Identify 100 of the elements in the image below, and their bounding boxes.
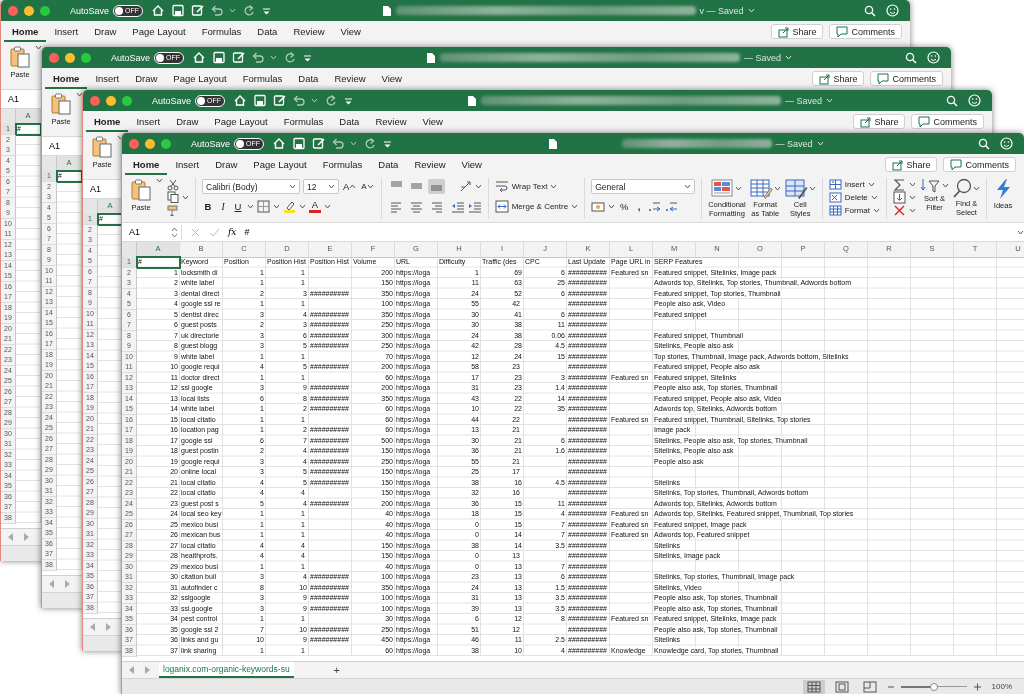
caret-icon[interactable] <box>773 186 781 191</box>
search-icon[interactable] <box>978 137 990 150</box>
scissors-icon[interactable] <box>167 178 179 191</box>
ribbon-tab[interactable]: Formulas <box>234 68 291 89</box>
customize-icon[interactable] <box>382 138 394 149</box>
caret-icon[interactable] <box>76 92 83 97</box>
caret-icon[interactable] <box>973 185 981 191</box>
ribbon-tab[interactable]: View <box>453 154 490 175</box>
clear-icon[interactable] <box>893 204 907 217</box>
caret-icon[interactable] <box>328 184 335 189</box>
ribbon-tab[interactable]: View <box>414 111 451 132</box>
cells-button[interactable]: Delete <box>828 190 878 205</box>
caret-icon[interactable] <box>270 55 278 60</box>
search-icon[interactable] <box>946 94 958 107</box>
caret-icon[interactable] <box>289 184 296 189</box>
currency-icon[interactable] <box>591 200 606 213</box>
ribbon-tab[interactable]: Formulas <box>193 21 250 42</box>
ribbon-tab[interactable]: Data <box>249 21 286 42</box>
caret-icon[interactable] <box>311 98 319 103</box>
caret-icon[interactable] <box>156 178 163 183</box>
edit-icon[interactable] <box>191 4 205 17</box>
comma-button[interactable]: , <box>633 199 646 214</box>
minimize-button[interactable] <box>145 138 155 149</box>
search-icon[interactable] <box>864 4 876 17</box>
home-icon[interactable] <box>233 94 248 107</box>
redo-icon[interactable] <box>363 137 377 150</box>
ribbon-tab[interactable]: Insert <box>46 21 87 42</box>
smiley-icon[interactable] <box>968 94 981 107</box>
smiley-icon[interactable] <box>927 51 940 64</box>
comments-button[interactable]: Comments <box>870 71 943 86</box>
undo-icon[interactable] <box>292 94 306 107</box>
caret-icon[interactable] <box>608 204 616 209</box>
insert-function-button[interactable]: fx <box>228 227 237 237</box>
smiley-icon[interactable] <box>886 4 899 17</box>
comments-button[interactable]: Comments <box>943 157 1016 172</box>
ribbon-tab[interactable]: Page Layout <box>124 21 194 42</box>
font-color-button[interactable]: A <box>309 200 321 213</box>
ribbon-tab[interactable]: Data <box>290 68 327 89</box>
ribbon-tab[interactable]: Draw <box>168 111 207 132</box>
smiley-icon[interactable] <box>1000 137 1013 150</box>
ribbon-tab[interactable]: Review <box>326 68 374 89</box>
merge-button[interactable]: Merge & Centre <box>494 199 579 214</box>
save-icon[interactable] <box>253 94 268 107</box>
caret-icon[interactable] <box>247 204 254 209</box>
edit-icon[interactable] <box>273 94 287 107</box>
zoom-button[interactable] <box>122 95 132 106</box>
ribbon-tab[interactable]: Page Layout <box>245 154 315 175</box>
caret-icon[interactable] <box>117 135 124 140</box>
name-box[interactable]: A1 <box>5 91 39 107</box>
caret-icon[interactable] <box>735 186 743 191</box>
ribbon-tab[interactable]: Data <box>331 111 368 132</box>
font-size-field[interactable]: 12 <box>303 179 339 194</box>
ribbon-tab[interactable]: Insert <box>87 68 128 89</box>
zoom-button[interactable] <box>81 52 91 63</box>
home-icon[interactable] <box>272 137 287 150</box>
name-box[interactable]: A1 <box>126 224 182 240</box>
save-icon[interactable] <box>292 137 307 150</box>
caret-icon[interactable] <box>1017 229 1024 235</box>
caret-icon[interactable] <box>273 204 280 209</box>
undo-icon[interactable] <box>331 137 345 150</box>
ribbon-tab[interactable]: Page Layout <box>206 111 276 132</box>
ribbon-tab[interactable]: View <box>332 21 369 42</box>
edit-icon[interactable] <box>232 51 246 64</box>
wrap-text-button[interactable]: Wrap Text <box>494 179 558 194</box>
brush-icon[interactable] <box>167 204 178 217</box>
percent-button[interactable]: % <box>618 199 631 214</box>
caret-icon[interactable] <box>35 45 42 50</box>
number-format-field[interactable]: General <box>591 179 696 194</box>
ribbon-tab[interactable]: Review <box>367 111 415 132</box>
save-icon[interactable] <box>212 51 227 64</box>
share-button[interactable]: Share <box>771 24 824 39</box>
ribbon-tab[interactable]: Formulas <box>275 111 332 132</box>
ribbon-tab[interactable]: Formulas <box>314 154 371 175</box>
ribbon-tab[interactable]: View <box>373 68 410 89</box>
share-button[interactable]: Share <box>853 114 906 129</box>
ribbon-tab[interactable]: Review <box>285 21 333 42</box>
ribbon-tab[interactable]: Page Layout <box>165 68 235 89</box>
spinner-icon[interactable] <box>171 226 178 238</box>
decimal-increase-icon[interactable] <box>648 200 663 213</box>
cells-button[interactable]: Format <box>828 203 881 218</box>
caret-icon[interactable] <box>684 184 692 189</box>
caret-icon[interactable] <box>324 204 331 209</box>
share-button[interactable]: Share <box>885 157 938 172</box>
copy-icon[interactable] <box>167 191 179 204</box>
bold-button[interactable]: B <box>202 199 214 214</box>
caret-icon[interactable] <box>571 204 579 209</box>
ribbon-tab[interactable]: Insert <box>167 154 208 175</box>
minimize-button[interactable] <box>106 95 116 106</box>
sheet-tab[interactable]: loganix.com-organic-keywords-su <box>159 662 294 678</box>
edit-icon[interactable] <box>312 137 326 150</box>
highlighter-icon[interactable] <box>283 199 296 214</box>
share-button[interactable]: Share <box>812 71 865 86</box>
caret-icon[interactable] <box>182 195 189 200</box>
ribbon-tab[interactable]: Data <box>370 154 407 175</box>
font-field[interactable]: Calibri (Body) <box>202 179 300 194</box>
ribbon-tab[interactable]: Draw <box>127 68 166 89</box>
italic-button[interactable]: I <box>217 199 229 214</box>
grow-font-button[interactable]: A <box>342 179 358 194</box>
home-icon[interactable] <box>192 51 207 64</box>
undo-icon[interactable] <box>210 4 224 17</box>
